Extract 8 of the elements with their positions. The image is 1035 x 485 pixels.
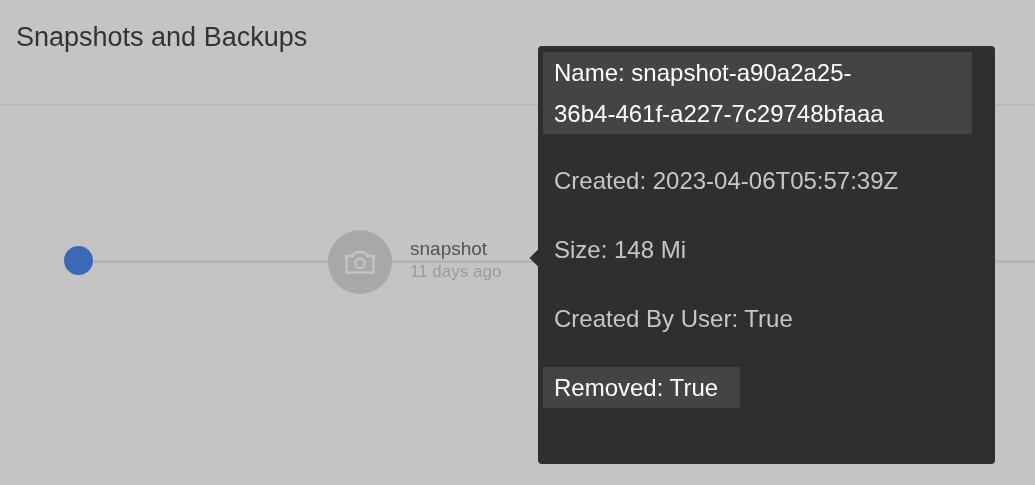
tooltip-row: Name: snapshot-a90a2a25-36b4-461f-a227-7c29748bfaaa bbox=[543, 52, 972, 134]
snapshot-label: snapshot bbox=[410, 237, 489, 260]
tooltip-row-text: Created: 2023-04-06T05:57:39Z bbox=[553, 166, 900, 196]
timeline-start-dot bbox=[64, 245, 93, 275]
page-title: Snapshots and Backups bbox=[16, 22, 308, 53]
tooltip-row: Removed: True bbox=[543, 367, 741, 408]
tooltip-row-text: Size: 148 Mi bbox=[553, 235, 688, 265]
tooltip-row-text: Created By User: True bbox=[553, 304, 794, 334]
